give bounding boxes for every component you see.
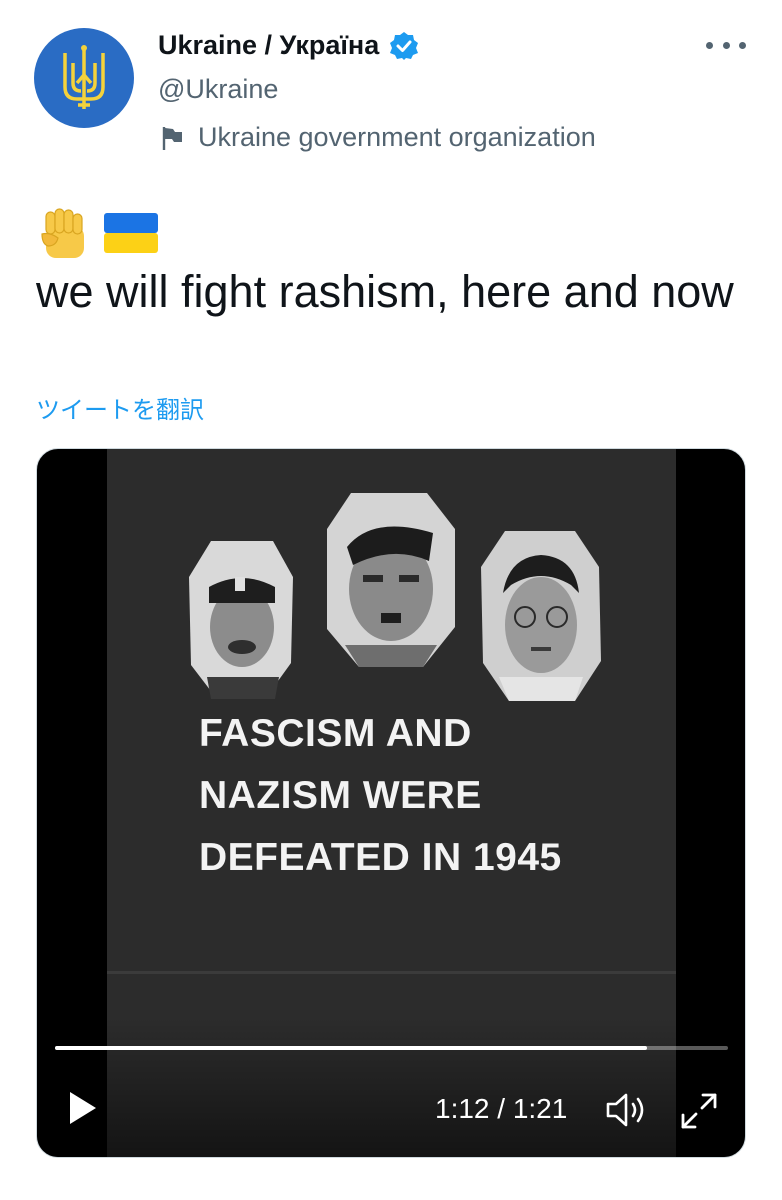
more-options-icon[interactable] (706, 30, 746, 60)
portrait-center (323, 489, 459, 671)
volume-icon[interactable] (605, 1091, 649, 1129)
fullscreen-icon[interactable] (679, 1091, 719, 1131)
video-player[interactable]: FASCISM AND NAZISM WERE DEFEATED IN 1945… (36, 448, 746, 1158)
account-handle[interactable]: @Ukraine (158, 74, 278, 105)
video-divider (107, 971, 676, 974)
caption-line: FASCISM AND (199, 712, 472, 755)
caption-line: DEFEATED IN 1945 (199, 836, 562, 879)
ukraine-flag-icon (102, 211, 160, 255)
progress-bar[interactable] (55, 1046, 728, 1050)
emoji-row (36, 204, 160, 262)
flag-icon (160, 125, 186, 151)
caption-line: NAZISM WERE (199, 774, 482, 817)
video-caption: FASCISM AND NAZISM WERE DEFEATED IN 1945 (199, 703, 562, 889)
affiliation-label: Ukraine government organization (160, 122, 596, 153)
time-display: 1:12 / 1:21 (435, 1093, 568, 1124)
affiliation-text: Ukraine government organization (198, 122, 596, 152)
tweet-text: we will fight rashism, here and now (36, 266, 734, 317)
raised-fist-icon (36, 204, 94, 262)
portrait-right (479, 527, 603, 705)
portrait-left (187, 537, 295, 703)
translate-tweet-link[interactable]: ツイートを翻訳 (36, 390, 204, 425)
tweet: Ukraine / Україна @Ukraine Ukraine gover… (0, 0, 782, 1200)
ukraine-trident-icon (63, 45, 105, 109)
controls-overlay (37, 1017, 745, 1157)
play-icon[interactable] (67, 1089, 99, 1127)
verified-badge-icon (389, 31, 419, 61)
display-name[interactable]: Ukraine / Україна (158, 30, 419, 61)
progress-fill (55, 1046, 648, 1050)
display-name-text: Ukraine / Україна (158, 30, 380, 60)
avatar[interactable] (34, 28, 134, 128)
